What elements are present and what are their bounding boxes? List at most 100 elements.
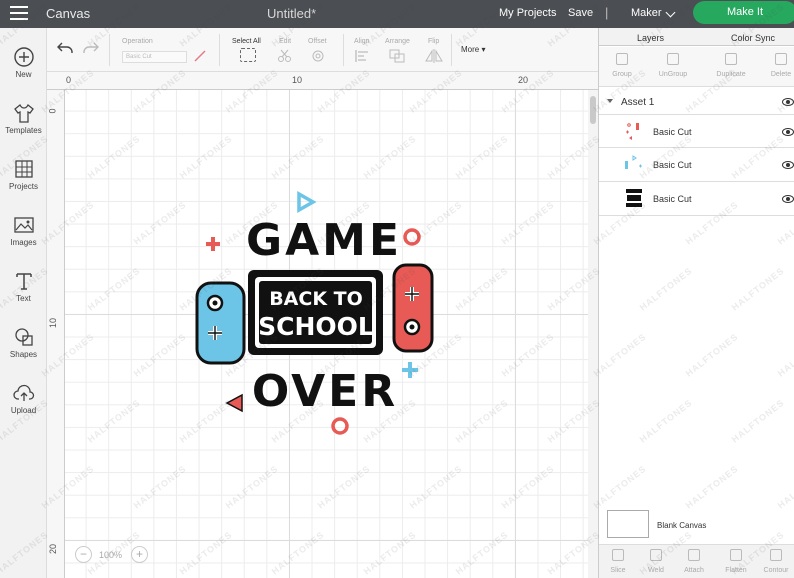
sidebar-label: Projects [9, 182, 38, 191]
duplicate-icon [725, 53, 737, 65]
redo-icon[interactable] [83, 42, 99, 54]
document-title[interactable]: Untitled* [267, 6, 316, 21]
zoom-control: − 100% + [75, 546, 157, 564]
layer-thumbnail-black [626, 189, 642, 207]
scrollbar-thumb[interactable] [590, 96, 596, 124]
design-artwork[interactable]: GAME BACK TO SCHOOL OVER [65, 90, 588, 578]
flatten-icon [730, 549, 742, 561]
offset-icon[interactable] [310, 49, 326, 63]
undo-icon[interactable] [57, 42, 73, 54]
save-button[interactable]: Save [568, 7, 593, 19]
group-icon [616, 53, 628, 65]
ungroup-button[interactable]: UnGroup [651, 51, 695, 78]
sidebar-text[interactable]: Text [0, 270, 47, 303]
toolbar-divider [109, 34, 110, 66]
layer-row[interactable]: Basic Cut [599, 148, 794, 182]
scissors-icon[interactable] [277, 49, 293, 63]
operation-select[interactable]: Basic Cut [122, 51, 187, 63]
asset-name: Asset 1 [621, 97, 655, 108]
plus-circle-icon [13, 47, 34, 67]
flatten-button[interactable]: Flatten [717, 549, 755, 574]
ruler-tick-label: 20 [48, 543, 59, 555]
topbar-separator: | [605, 5, 609, 20]
attach-icon [688, 549, 700, 561]
blank-canvas-row[interactable]: Blank Canvas [607, 510, 787, 540]
zoom-out-button[interactable]: − [75, 546, 92, 563]
tab-color-sync[interactable]: Color Sync [731, 33, 775, 43]
red-ring-shape [403, 228, 421, 246]
layer-row[interactable]: Basic Cut [599, 114, 794, 148]
align-icon[interactable] [354, 49, 372, 63]
more-menu[interactable]: More ▾ [461, 45, 485, 54]
sidebar-label: Templates [5, 126, 42, 135]
ruler-tick-label: 0 [47, 108, 58, 114]
left-sidebar: New Templates Projects Images Text Shape… [0, 28, 47, 578]
duplicate-button[interactable]: Duplicate [709, 51, 753, 78]
eye-icon[interactable] [782, 161, 794, 169]
layer-thumbnail-red [626, 123, 639, 140]
arrange-label: Arrange [385, 38, 410, 45]
edit-toolbar: Operation Basic Cut Select All Edit Offs… [47, 28, 598, 72]
machine-selector[interactable]: Maker [631, 7, 662, 19]
flip-icon[interactable] [424, 49, 444, 63]
sidebar-label: Upload [10, 406, 37, 415]
red-controller-shape [392, 263, 434, 353]
pen-color-icon[interactable] [193, 49, 207, 63]
slice-button[interactable]: Slice [599, 549, 637, 574]
toolbar-divider [451, 34, 452, 66]
my-projects-link[interactable]: My Projects [499, 7, 556, 19]
ungroup-icon [667, 53, 679, 65]
slice-label: Slice [610, 567, 626, 574]
sidebar-projects[interactable]: Projects [0, 158, 47, 191]
weld-button[interactable]: Weld [637, 549, 675, 574]
layer-row[interactable]: Basic Cut [599, 182, 794, 216]
align-label: Align [354, 38, 370, 45]
more-label: More [461, 45, 480, 54]
image-icon [13, 217, 34, 233]
toolbar-divider [343, 34, 344, 66]
delete-label: Delete [770, 71, 792, 78]
attach-button[interactable]: Attach [675, 549, 713, 574]
flip-label: Flip [428, 38, 440, 45]
sidebar-templates[interactable]: Templates [0, 102, 47, 135]
select-all-icon[interactable] [240, 48, 256, 62]
contour-button[interactable]: Contour [757, 549, 794, 574]
sidebar-new[interactable]: New [0, 46, 47, 79]
sidebar-shapes[interactable]: Shapes [0, 326, 47, 359]
collapse-triangle-icon[interactable] [607, 99, 613, 103]
slice-icon [612, 549, 624, 561]
tab-layers[interactable]: Layers [637, 33, 664, 43]
group-label: Group [612, 71, 632, 78]
design-canvas[interactable]: GAME BACK TO SCHOOL OVER [65, 90, 588, 578]
ruler-left: 0 10 20 [47, 90, 65, 578]
projects-grid-icon [14, 160, 33, 178]
make-it-button[interactable]: Make It [693, 1, 794, 24]
eye-icon[interactable] [782, 98, 794, 106]
delete-button[interactable]: Delete [759, 51, 794, 78]
shapes-icon [14, 328, 33, 346]
hamburger-menu-icon[interactable] [10, 6, 28, 21]
layer-name: Basic Cut [653, 194, 692, 204]
vertical-scrollbar[interactable] [588, 90, 598, 578]
contour-label: Contour [763, 567, 789, 574]
layer-list: Asset 1 Basic Cut Basic Cut Basic Cut [599, 90, 794, 216]
asset-group[interactable]: Asset 1 [599, 90, 794, 114]
text-t-icon [15, 273, 32, 290]
blank-canvas-swatch[interactable] [607, 510, 649, 538]
sidebar-label: Text [16, 294, 31, 303]
layer-name: Basic Cut [653, 160, 692, 170]
top-bar: Canvas Untitled* My Projects Save | Make… [0, 0, 794, 28]
red-ring-bottom-shape [331, 417, 349, 435]
chevron-down-icon[interactable] [665, 7, 676, 18]
eye-icon[interactable] [782, 128, 794, 136]
zoom-in-button[interactable]: + [131, 546, 148, 563]
red-triangle-shape [225, 393, 243, 413]
blue-triangle-shape [297, 190, 317, 214]
zoom-level: 100% [99, 550, 123, 560]
sidebar-label: Shapes [9, 350, 38, 359]
group-button[interactable]: Group [600, 51, 644, 78]
sidebar-images[interactable]: Images [0, 214, 47, 247]
sidebar-upload[interactable]: Upload [0, 382, 47, 415]
eye-icon[interactable] [782, 195, 794, 203]
arrange-icon[interactable] [389, 49, 407, 63]
